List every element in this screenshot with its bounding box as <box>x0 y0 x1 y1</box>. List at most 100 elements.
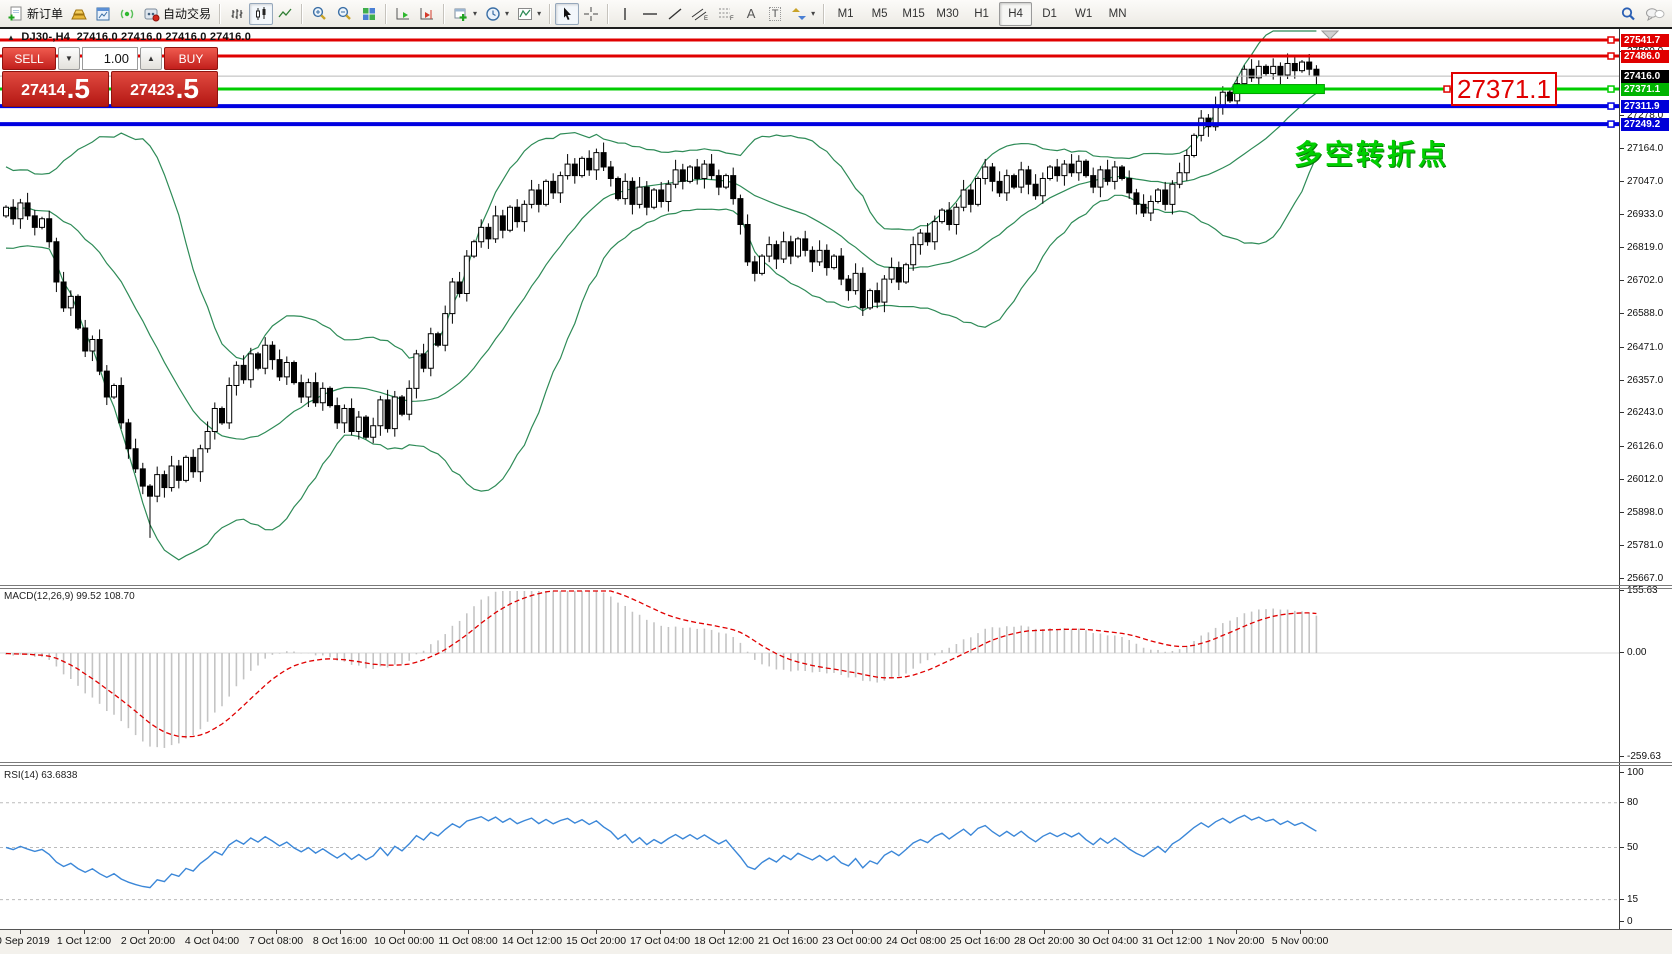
signals-button[interactable] <box>115 3 139 25</box>
bar-chart-icon <box>229 6 245 22</box>
candle-body <box>1300 62 1305 71</box>
candle-body <box>666 184 671 201</box>
horizontal-line-tool-button[interactable] <box>637 3 663 25</box>
candle-body <box>616 178 621 198</box>
sell-button[interactable]: SELL <box>2 47 56 70</box>
channel-tool-button[interactable]: E <box>687 3 713 25</box>
pane-splitter[interactable] <box>0 585 1672 586</box>
cursor-tool-button[interactable] <box>555 3 579 25</box>
level-line-marker <box>1608 37 1614 43</box>
period-menu-button[interactable]: ▾ <box>481 3 513 25</box>
text-tool-button[interactable]: A <box>739 3 763 25</box>
candle-body <box>1062 164 1067 176</box>
time-tick <box>1300 930 1301 934</box>
ohlc-label: 27416.0 27416.0 27416.0 27416.0 <box>77 31 251 43</box>
buy-button[interactable]: BUY <box>164 47 218 70</box>
candlestick-chart-button[interactable] <box>249 3 273 25</box>
market-watch-button[interactable] <box>91 3 115 25</box>
candle-body <box>644 187 649 207</box>
line-chart-button[interactable] <box>273 3 297 25</box>
candle-body <box>356 417 361 431</box>
autotrade-button[interactable]: 自动交易 <box>139 3 215 25</box>
price-axis[interactable]: 27500.027278.027164.027047.026933.026819… <box>1619 29 1672 929</box>
timeframe-H1[interactable]: H1 <box>965 2 998 26</box>
candle-body <box>990 167 995 181</box>
vertical-line-tool-button[interactable] <box>613 3 637 25</box>
timeframe-W1[interactable]: W1 <box>1067 2 1100 26</box>
bar-chart-button[interactable] <box>225 3 249 25</box>
candle-body <box>904 265 909 282</box>
time-tick <box>1108 930 1109 934</box>
buy-price-button[interactable]: 27423 .5 <box>111 71 218 107</box>
search-button[interactable] <box>1616 3 1641 25</box>
chart-shift-button[interactable] <box>415 3 439 25</box>
candle-body <box>1156 190 1161 202</box>
auto-scroll-button[interactable] <box>391 3 415 25</box>
volume-input[interactable] <box>82 47 138 70</box>
mt4-window: { "toolbar": { "new_order_label": "新订单",… <box>0 0 1672 953</box>
trendline-tool-button[interactable] <box>663 3 687 25</box>
pane-splitter[interactable] <box>0 762 1672 763</box>
fibonacci-tool-button[interactable]: F <box>713 3 739 25</box>
candle-body <box>1076 161 1081 173</box>
timeframe-M1[interactable]: M1 <box>829 2 862 26</box>
candle-body <box>32 216 37 228</box>
candle-body <box>580 158 585 175</box>
candle-body <box>443 314 448 346</box>
candle-body <box>227 385 232 422</box>
time-tick <box>1236 930 1237 934</box>
zoom-in-button[interactable] <box>307 3 332 25</box>
volume-decrease-button[interactable]: ▼ <box>58 47 80 70</box>
clock-icon <box>485 6 501 22</box>
candle-body <box>788 242 793 256</box>
price-tick: 26471.0 <box>1627 342 1663 353</box>
price-tick: 26243.0 <box>1627 407 1663 418</box>
timeframe-M30[interactable]: M30 <box>931 2 964 26</box>
candle-body <box>1307 62 1312 69</box>
candle-body <box>83 328 88 351</box>
candle-body <box>587 158 592 170</box>
autotrade-icon <box>143 6 160 22</box>
time-tick <box>148 930 149 934</box>
chat-button[interactable] <box>1641 3 1669 25</box>
candle-body <box>400 397 405 414</box>
candle-body <box>47 219 52 242</box>
zoom-out-button[interactable] <box>332 3 357 25</box>
time-axis[interactable]: 30 Sep 20191 Oct 12:002 Oct 20:004 Oct 0… <box>0 929 1672 954</box>
toolbar-separator <box>823 4 825 24</box>
funds-button[interactable] <box>67 3 91 25</box>
tile-windows-icon <box>361 6 377 22</box>
time-tick <box>596 930 597 934</box>
candle-body <box>731 176 736 199</box>
candle-body <box>385 400 390 429</box>
candle-body <box>133 449 138 469</box>
rsi-line <box>6 815 1316 887</box>
pane-splitter[interactable] <box>0 588 1672 589</box>
toolbar-separator <box>443 4 445 24</box>
tile-windows-button[interactable] <box>357 3 381 25</box>
new-order-label: 新订单 <box>27 5 63 22</box>
label-tool-button[interactable]: T <box>763 3 787 25</box>
timeframe-MN[interactable]: MN <box>1101 2 1134 26</box>
timeframe-D1[interactable]: D1 <box>1033 2 1066 26</box>
timeframe-M15[interactable]: M15 <box>897 2 930 26</box>
candle-body <box>781 242 786 259</box>
candle-body <box>306 383 311 397</box>
time-tick <box>276 930 277 934</box>
crosshair-tool-button[interactable] <box>579 3 603 25</box>
volume-increase-button[interactable]: ▲ <box>140 47 162 70</box>
sell-price-button[interactable]: 27414 .5 <box>2 71 109 107</box>
candle-body <box>767 245 772 257</box>
pane-splitter[interactable] <box>0 765 1672 766</box>
timeframe-H4[interactable]: H4 <box>999 2 1032 26</box>
indicators-menu-button[interactable]: ▾ <box>513 3 545 25</box>
timeframe-M5[interactable]: M5 <box>863 2 896 26</box>
toolbar-separator <box>219 4 221 24</box>
line-chart-icon <box>277 6 293 22</box>
price-tick: 26126.0 <box>1627 441 1663 452</box>
arrows-tool-button[interactable]: ▾ <box>787 3 819 25</box>
arrows-icon <box>791 6 807 22</box>
new-order-button[interactable]: 新订单 <box>3 3 67 25</box>
candle-body <box>205 431 210 448</box>
new-chart-menu-button[interactable]: ▾ <box>449 3 481 25</box>
